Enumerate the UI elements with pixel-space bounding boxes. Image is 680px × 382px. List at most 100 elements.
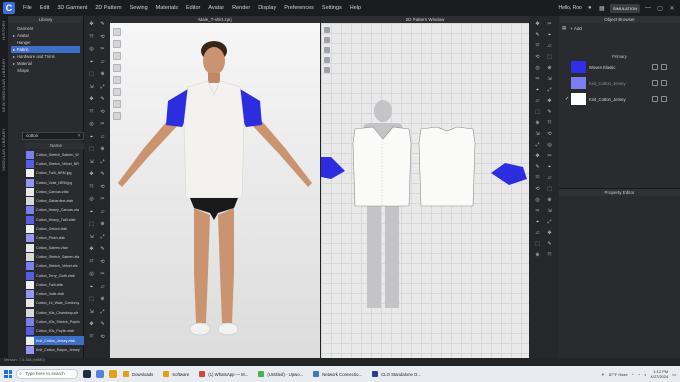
tool-icon[interactable]: ⊕ [535, 121, 540, 126]
menu-render[interactable]: Render [228, 5, 254, 11]
library-file-item[interactable]: Cotton_Heavy_Canvas.zfa [26, 206, 86, 215]
tool-icon[interactable]: ◎ [89, 272, 94, 277]
tree-item-hanger[interactable]: Hanger [11, 39, 80, 46]
tool-icon[interactable]: ⇲ [89, 159, 94, 165]
taskbar-app-upwork[interactable]: (Untitled) - Upwo... [258, 368, 307, 380]
tree-item-material[interactable]: ▸ Material [11, 60, 80, 67]
user-greeting[interactable]: Hello, Roo [558, 5, 581, 11]
tool-icon[interactable]: ⟲ [535, 187, 540, 192]
menu-preferences[interactable]: Preferences [280, 5, 318, 11]
tool-icon[interactable]: ⌖ [547, 165, 552, 170]
tool-icon[interactable]: ⤧ [89, 34, 94, 40]
notifications-icon[interactable]: ▭ [672, 372, 676, 377]
library-file-item[interactable]: Knit_Cotton_Rayon_Jersey [26, 345, 86, 354]
tool-icon[interactable]: ✥ [535, 154, 540, 159]
tool-icon[interactable]: ✥ [89, 22, 94, 27]
taskbar-search-input[interactable]: ⌕ Type here to search [16, 369, 78, 379]
menu-avatar[interactable]: Avatar [204, 5, 228, 11]
tree-item-garment[interactable]: Garment [11, 25, 80, 32]
tool-icon[interactable]: ⇲ [547, 77, 552, 82]
tool-icon[interactable]: ⬚ [89, 297, 94, 302]
2d-pattern-canvas[interactable] [321, 23, 529, 358]
tool-icon[interactable]: ⌖ [89, 284, 94, 290]
library-file-item[interactable]: Cotton_14_Wale_Corduroy [26, 299, 86, 308]
library-file-item[interactable]: Cotton_50s_Poplin.zfab [26, 327, 86, 336]
tool-icon[interactable]: ⌖ [89, 134, 94, 140]
expand-arrow-icon[interactable]: ▸ [13, 53, 15, 60]
tool-icon[interactable]: ⬚ [535, 110, 540, 115]
tool-icon[interactable]: ✥ [535, 22, 540, 27]
clock[interactable]: 1:12 PM 4/27/2024 [650, 369, 668, 379]
tool-icon[interactable]: ⤧ [535, 44, 540, 49]
tool-icon[interactable]: ◎ [535, 198, 540, 203]
tool-icon[interactable]: ⤢ [100, 234, 105, 240]
task-view-icon[interactable] [83, 370, 91, 378]
library-file-item[interactable]: Cotton_Oxford.zfab [26, 224, 86, 234]
file-explorer-icon[interactable] [109, 370, 117, 378]
tool-icon[interactable]: ⌖ [89, 209, 94, 215]
library-file-item[interactable]: Cotton_Twill.zfab [26, 280, 86, 289]
taskbar-app-software[interactable]: Software [163, 368, 193, 380]
tool-icon[interactable]: ⤧ [535, 176, 540, 181]
tool-icon[interactable]: ⇲ [89, 234, 94, 240]
library-search-input[interactable]: cotton ✕ [22, 132, 84, 140]
tree-item-avatar[interactable]: ▸ Avatar [11, 32, 80, 39]
pattern-left-sleeve[interactable] [491, 163, 527, 185]
tool-icon[interactable]: ◎ [89, 47, 94, 52]
menu-materials[interactable]: Materials [152, 5, 182, 11]
taskbar-app-downloads[interactable]: Downloads [123, 368, 157, 380]
tab-modular-library[interactable]: MODULAR LIBRARY [1, 128, 6, 171]
tool-icon[interactable]: ✂ [100, 197, 105, 202]
tool-icon[interactable]: ⤧ [547, 121, 552, 126]
tool-icon[interactable]: ▱ [547, 176, 552, 181]
library-file-item[interactable]: Cotton_Voile_NRM.jpg [26, 178, 86, 187]
menu-sewing[interactable]: Sewing [126, 5, 152, 11]
library-file-item[interactable]: Cotton_Gabardine.zfab [26, 196, 86, 206]
tool-icon[interactable]: ⇲ [547, 209, 552, 214]
menu-2d-pattern[interactable]: 2D Pattern [91, 5, 125, 11]
3d-viewport[interactable] [110, 23, 320, 358]
tool-icon[interactable]: ✥ [547, 99, 552, 104]
tool-icon[interactable]: ✎ [100, 22, 105, 27]
tool-icon[interactable]: ⇲ [89, 309, 94, 315]
tool-icon[interactable]: ⟲ [535, 55, 540, 60]
volume-icon[interactable]: ◖ [644, 372, 646, 377]
copy-icon[interactable] [652, 64, 658, 70]
tool-icon[interactable]: ◎ [547, 143, 552, 148]
tab-history[interactable]: HISTORY [1, 20, 6, 40]
tool-icon[interactable]: ⌖ [89, 59, 94, 65]
column-header-name[interactable]: Name [26, 143, 86, 149]
pattern-back-piece[interactable] [418, 126, 476, 207]
tool-icon[interactable]: ⤧ [89, 334, 94, 340]
tool-icon[interactable]: ⤧ [89, 109, 94, 115]
tool-icon[interactable]: ⊕ [100, 297, 105, 302]
tool-icon[interactable]: ▱ [100, 284, 105, 290]
tool-icon[interactable]: ⬚ [89, 72, 94, 77]
tool-icon[interactable]: ✂ [535, 209, 540, 214]
tool-icon[interactable]: ⊕ [547, 198, 552, 203]
tool-icon[interactable]: ✥ [89, 172, 94, 177]
library-file-item[interactable]: Cotton_Stretch_Sateen_W [26, 150, 86, 159]
tool-icon[interactable]: ▱ [100, 134, 105, 140]
library-file-item[interactable]: Cotton_Stretch_Sateen.zfa [26, 252, 86, 261]
copy-icon[interactable] [652, 80, 658, 86]
menu-edit[interactable]: Edit [36, 5, 53, 11]
tool-icon[interactable]: ▱ [547, 44, 552, 49]
tool-icon[interactable]: ⤧ [89, 184, 94, 190]
tool-icon[interactable]: ✂ [547, 22, 552, 27]
tool-icon[interactable]: ⬚ [535, 242, 540, 247]
library-file-item[interactable]: Cotton_Terry_Cloth.zfab [26, 271, 86, 280]
minimize-icon[interactable]: — [644, 5, 652, 11]
close-icon[interactable]: ✕ [668, 5, 676, 12]
tool-icon[interactable]: ⟲ [547, 132, 552, 137]
weather-text[interactable]: 87°F Haze [609, 372, 628, 377]
tool-icon[interactable]: ⟲ [100, 334, 105, 340]
user-avatar-icon[interactable]: ● [586, 5, 594, 11]
tool-icon[interactable]: ⬚ [547, 187, 552, 192]
library-file-item[interactable]: Cotton_Stretch_Velvet_NR [26, 159, 86, 168]
taskbar-app-network[interactable]: Network Connectio... [313, 368, 366, 380]
tool-icon[interactable]: ✂ [100, 272, 105, 277]
tool-icon[interactable]: ⤢ [547, 88, 552, 93]
tool-icon[interactable]: ⤢ [100, 159, 105, 165]
tool-icon[interactable]: ⟲ [100, 109, 105, 115]
